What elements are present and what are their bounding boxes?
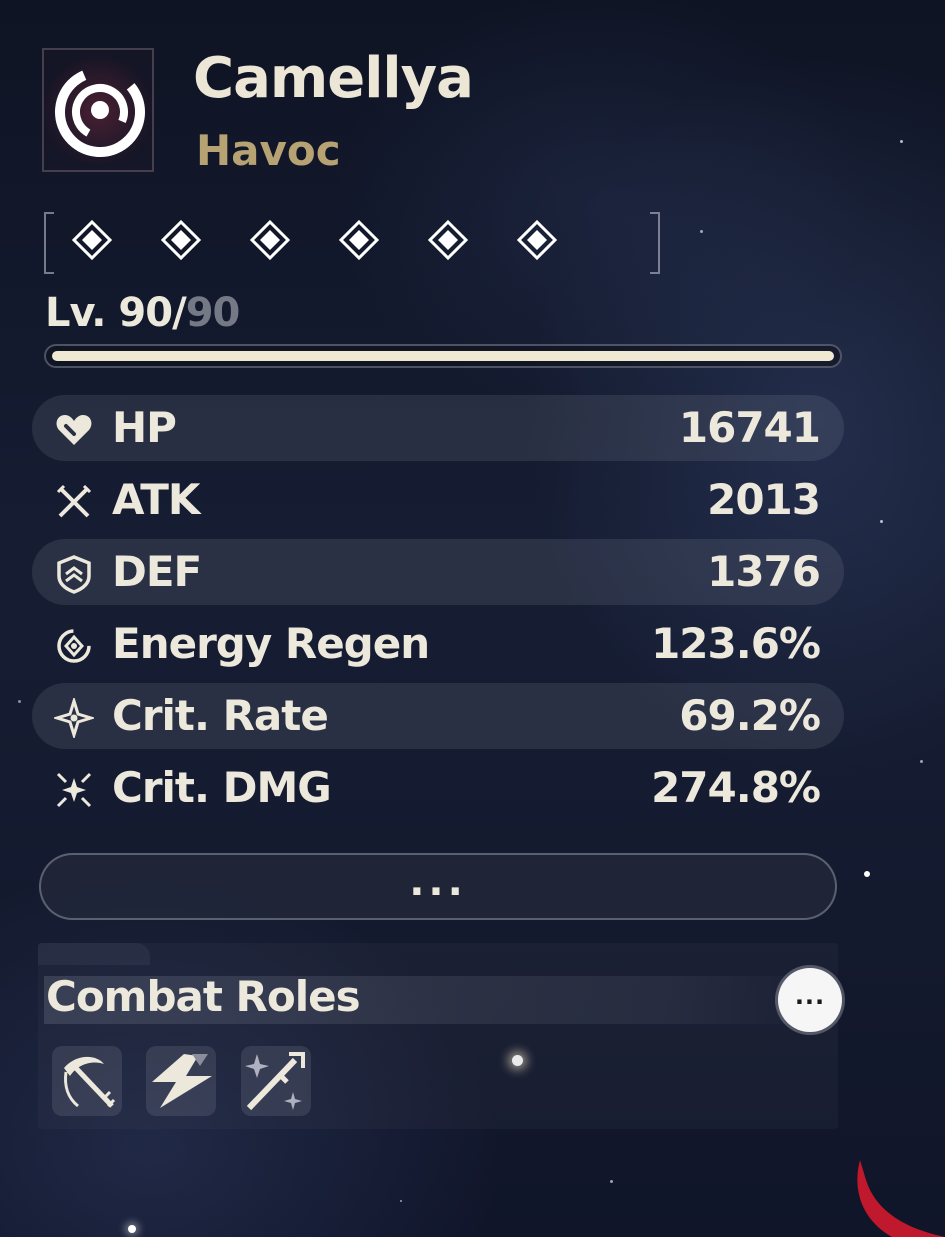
- chain-bracket-right: [650, 212, 660, 274]
- diamond-icon: [250, 220, 290, 260]
- stat-value: 16741: [678, 403, 821, 452]
- background-star: [880, 520, 883, 523]
- character-name: Camellya: [193, 46, 474, 111]
- stat-value: 1376: [707, 547, 821, 596]
- stat-row-hp: HP 16741: [32, 395, 844, 461]
- sword-sparkle-role-icon[interactable]: [241, 1046, 311, 1116]
- stats-list: HP 16741 ATK 2013 DEF 1376 Energy Regen …: [32, 395, 844, 827]
- combat-roles-panel-tab: [38, 943, 150, 965]
- background-star: [18, 700, 21, 703]
- crit-rate-icon: [54, 698, 94, 738]
- more-stats-button[interactable]: ...: [39, 853, 837, 920]
- combat-roles-info-label: ...: [794, 982, 826, 1010]
- stat-value: 69.2%: [679, 691, 821, 740]
- stat-value: 123.6%: [651, 619, 821, 668]
- background-star: [400, 1200, 402, 1202]
- stat-row-atk: ATK 2013: [32, 467, 844, 533]
- combat-roles-title: Combat Roles: [46, 972, 361, 1021]
- def-shield-icon: [57, 555, 91, 594]
- diamond-icon: [72, 220, 112, 260]
- diamond-icon: [339, 220, 379, 260]
- lightning-role-icon[interactable]: [146, 1046, 216, 1116]
- background-star: [900, 140, 903, 143]
- scythe-sword-role-icon[interactable]: [52, 1046, 122, 1116]
- stat-label: DEF: [112, 547, 202, 596]
- background-star: [610, 1180, 613, 1183]
- background-star: [700, 230, 703, 233]
- diamond-icon: [428, 220, 468, 260]
- background-star: [864, 871, 870, 877]
- havoc-element-icon: [42, 48, 154, 172]
- resonance-chain: [44, 208, 664, 274]
- stat-label: Crit. Rate: [112, 691, 329, 740]
- level-separator: /: [172, 290, 187, 336]
- stat-value: 274.8%: [651, 763, 821, 812]
- level-progress-fill: [52, 351, 834, 361]
- diamond-icon: [161, 220, 201, 260]
- crit-dmg-icon: [56, 772, 92, 808]
- energy-regen-icon: [57, 629, 91, 663]
- stat-label: Crit. DMG: [112, 763, 332, 812]
- stat-value: 2013: [707, 475, 821, 524]
- red-petal-decoration: [857, 1160, 945, 1237]
- chain-bracket-left: [44, 212, 54, 274]
- atk-swords-icon: [56, 484, 92, 518]
- level-max: 90: [185, 290, 241, 336]
- level-current: 90: [118, 290, 173, 336]
- stat-row-crit-rate: Crit. Rate 69.2%: [32, 683, 844, 749]
- stat-label: ATK: [112, 475, 200, 524]
- level-indicator: Lv. 90/90: [45, 290, 241, 336]
- stat-label: HP: [112, 403, 177, 452]
- stat-row-energy-regen: Energy Regen 123.6%: [32, 611, 844, 677]
- stat-row-def: DEF 1376: [32, 539, 844, 605]
- stat-label: Energy Regen: [112, 619, 430, 668]
- stat-row-crit-dmg: Crit. DMG 274.8%: [32, 755, 844, 821]
- hp-heart-icon: [56, 415, 92, 445]
- level-progress-bar: [44, 344, 842, 368]
- more-stats-label: ...: [409, 859, 467, 905]
- background-star: [128, 1225, 136, 1233]
- diamond-icon: [517, 220, 557, 260]
- combat-roles-info-button[interactable]: ...: [778, 968, 842, 1032]
- character-element: Havoc: [196, 126, 341, 175]
- background-star: [920, 760, 923, 763]
- level-prefix: Lv.: [45, 290, 119, 336]
